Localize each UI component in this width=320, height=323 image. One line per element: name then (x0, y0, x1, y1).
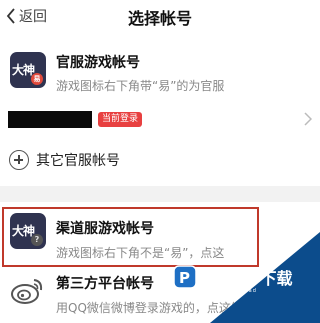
official-account-title: 官服游戏帐号 (56, 55, 140, 71)
watermark-brand: PCPOP下载 (200, 269, 293, 288)
official-account-subtitle: 游戏图标右下角带“易”的为官服 (56, 79, 225, 93)
svg-text:P: P (179, 269, 190, 287)
watermark-logo: P PCPOP下载 (173, 263, 293, 291)
header-bar: 返回 选择帐号 (0, 0, 320, 34)
chevron-right-icon (304, 112, 312, 126)
page-title: 选择帐号 (127, 9, 192, 28)
channel-account-title: 渠道服游戏帐号 (56, 221, 154, 237)
watermark-subtext: PCPOP Download (200, 288, 257, 294)
game-app-icon: 大神 易 (10, 52, 46, 88)
yi-badge-icon: 易 (31, 73, 43, 85)
redacted-account-name (8, 111, 92, 128)
plus-circle-icon (9, 150, 29, 170)
add-other-account-button[interactable]: 其它官服帐号 (9, 150, 120, 170)
section-divider (0, 186, 320, 202)
pcpop-logo-icon: P (173, 265, 197, 289)
channel-account-subtitle: 游戏图标右下角不是“易”，点这 (56, 246, 225, 260)
game-app-icon-channel: 大神 ? (10, 213, 46, 249)
weibo-icon (11, 279, 43, 304)
add-other-account-label: 其它官服帐号 (36, 153, 120, 169)
current-login-badge: 当前登录 (98, 112, 143, 127)
question-badge-icon: ? (31, 234, 43, 246)
third-party-title: 第三方平台帐号 (56, 276, 154, 292)
